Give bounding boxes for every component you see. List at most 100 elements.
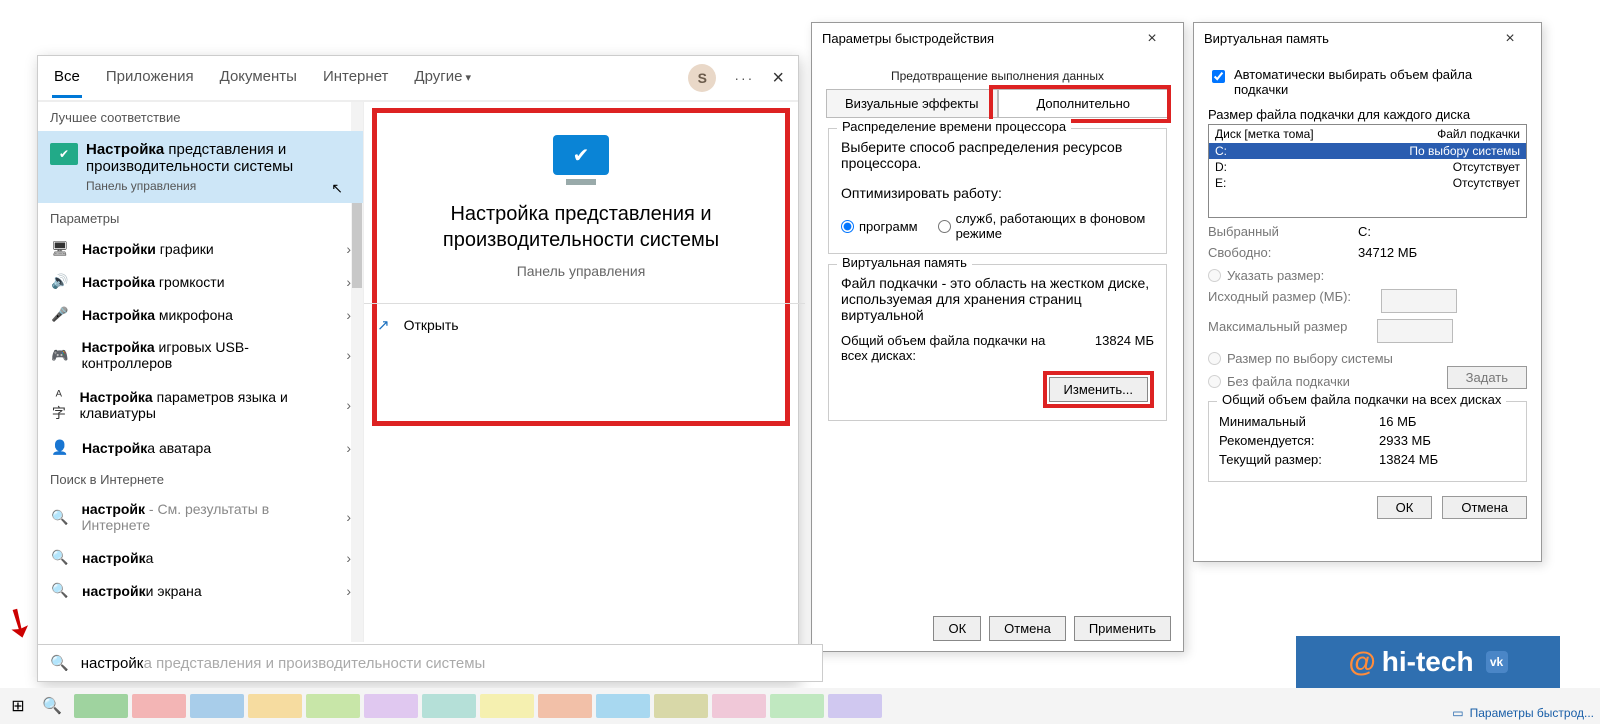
open-action[interactable]: ↗ Открыть xyxy=(357,303,805,346)
result-item[interactable]: 👤Настройка аватара› xyxy=(38,431,363,464)
no-paging-label: Без файла подкачки xyxy=(1227,374,1350,389)
processor-scheduling-group: Распределение времени процессора Выберит… xyxy=(828,128,1167,254)
disk-row[interactable]: E: Отсутствует xyxy=(1209,175,1526,191)
taskbar-app[interactable] xyxy=(306,694,360,718)
cancel-button[interactable]: Отмена xyxy=(1442,496,1527,519)
result-item[interactable]: 🎮Настройка игровых USB-контроллеров› xyxy=(38,331,363,379)
apply-button[interactable]: Применить xyxy=(1074,616,1171,641)
rec-value: 2933 МБ xyxy=(1379,433,1431,448)
result-preview: ✔ Настройка представления и производител… xyxy=(364,102,798,642)
vm-title: Виртуальная память xyxy=(1204,23,1329,55)
start-button[interactable]: ⊞ xyxy=(0,696,36,716)
rec-label: Рекомендуется: xyxy=(1219,433,1339,448)
item-rest: графики xyxy=(156,241,214,257)
web-result-item[interactable]: 🔍настройка› xyxy=(38,541,363,574)
close-icon[interactable]: × xyxy=(772,67,784,90)
tab-visual-effects[interactable]: Визуальные эффекты xyxy=(826,89,998,117)
optimize-label: Оптимизировать работу: xyxy=(841,185,1154,201)
monitor-check-icon: ✔ xyxy=(553,135,609,175)
taskbar-app[interactable] xyxy=(654,694,708,718)
web-result-item[interactable]: 🔍настройк - См. результаты в Интернете› xyxy=(38,493,363,541)
result-item[interactable]: ᴬ字Настройка параметров языка и клавиатур… xyxy=(38,379,363,431)
vm-legend: Виртуальная память xyxy=(837,255,972,270)
item-rest: а xyxy=(146,550,154,566)
taskbar-search-icon[interactable]: 🔍 xyxy=(36,696,68,716)
radio-programs-label: программ xyxy=(859,219,918,234)
taskbar-app[interactable] xyxy=(480,694,534,718)
custom-size-label: Указать размер: xyxy=(1227,268,1324,283)
result-item[interactable]: 🔊Настройка громкости› xyxy=(38,265,363,298)
more-icon[interactable]: ··· xyxy=(734,70,754,86)
disk-value: По выбору системы xyxy=(1409,144,1520,158)
item-bold: настройк xyxy=(82,583,146,599)
best-match-item[interactable]: ✔ Настройка представления и производител… xyxy=(38,131,363,203)
best-match-bold: Настройка xyxy=(86,141,164,158)
tab-docs[interactable]: Документы xyxy=(218,58,299,98)
radio-background[interactable] xyxy=(938,220,951,233)
taskbar-app[interactable] xyxy=(422,694,476,718)
disk-label: E: xyxy=(1215,176,1226,190)
auto-checkbox[interactable] xyxy=(1212,70,1225,83)
item-rest: микрофона xyxy=(155,307,233,323)
best-match-sub: Панель управления xyxy=(86,179,351,193)
vm-total-value: 13824 МБ xyxy=(1095,333,1154,363)
taskbar-app[interactable] xyxy=(828,694,882,718)
free-value: 34712 МБ xyxy=(1358,245,1417,260)
vk-icon: vk xyxy=(1486,651,1508,673)
tab-advanced[interactable]: Дополнительно xyxy=(998,89,1170,117)
radio-background-label: служб, работающих в фоновом режиме xyxy=(956,211,1154,241)
taskbar-app[interactable] xyxy=(132,694,186,718)
tray-label: Параметры быстрод... xyxy=(1470,706,1594,720)
tab-apps[interactable]: Приложения xyxy=(104,58,196,98)
vm-desc: Файл подкачки - это область на жестком д… xyxy=(841,275,1154,323)
cancel-button[interactable]: Отмена xyxy=(989,616,1066,641)
taskbar-app[interactable] xyxy=(190,694,244,718)
taskbar-app[interactable] xyxy=(74,694,128,718)
taskbar-app[interactable] xyxy=(712,694,766,718)
close-icon[interactable]: × xyxy=(1489,23,1531,55)
search-typed: настройк xyxy=(81,655,144,672)
taskbar-app[interactable] xyxy=(538,694,592,718)
item-bold: Настройк xyxy=(82,440,147,456)
disk-row[interactable]: C: По выбору системы xyxy=(1209,143,1526,159)
open-icon: ↗ xyxy=(377,316,390,334)
taskbar-app[interactable] xyxy=(770,694,824,718)
change-button[interactable]: Изменить... xyxy=(1049,377,1148,402)
microphone-icon: 🎤 xyxy=(50,306,70,323)
free-label: Свободно: xyxy=(1208,245,1328,260)
tab-more[interactable]: Другие▾ xyxy=(412,58,473,98)
item-rest: громкости xyxy=(155,274,225,290)
web-result-item[interactable]: 🔍настройки экрана› xyxy=(38,574,363,607)
avatar[interactable]: S xyxy=(688,64,716,92)
disk-value: Отсутствует xyxy=(1453,160,1520,174)
taskbar-tray-item[interactable]: ▭ Параметры быстрод... xyxy=(1452,706,1594,720)
radio-programs[interactable] xyxy=(841,220,854,233)
cur-value: 13824 МБ xyxy=(1379,452,1438,467)
tab-web[interactable]: Интернет xyxy=(321,58,390,98)
disk-row[interactable]: D: Отсутствует xyxy=(1209,159,1526,175)
result-item[interactable]: 🖥Настройки графики› xyxy=(38,232,363,265)
min-label: Минимальный xyxy=(1219,414,1339,429)
tab-all[interactable]: Все xyxy=(52,58,82,98)
ok-button[interactable]: ОК xyxy=(1377,496,1433,519)
speaker-icon: 🔊 xyxy=(50,273,70,290)
search-input[interactable]: 🔍 настройка представления и производител… xyxy=(37,644,823,682)
close-icon[interactable]: × xyxy=(1131,23,1173,55)
badge-text: hi-tech xyxy=(1382,646,1474,678)
col-disk: Диск [метка тома] xyxy=(1215,127,1314,141)
performance-options-dialog: Параметры быстродействия × Предотвращени… xyxy=(811,22,1184,652)
item-bold: Настройки xyxy=(82,241,156,257)
disk-list[interactable]: Диск [метка тома] Файл подкачки C: По вы… xyxy=(1208,124,1527,218)
person-icon: 👤 xyxy=(50,439,70,456)
ok-button[interactable]: ОК xyxy=(933,616,981,641)
search-suggestion: а представления и производительности сис… xyxy=(144,655,486,672)
taskbar-app[interactable] xyxy=(364,694,418,718)
search-icon: 🔍 xyxy=(50,654,69,672)
result-item[interactable]: 🎤Настройка микрофона› xyxy=(38,298,363,331)
results-list: Лучшее соответствие ✔ Настройка представ… xyxy=(38,102,364,642)
set-button: Задать xyxy=(1447,366,1527,389)
taskbar-app[interactable] xyxy=(596,694,650,718)
gamepad-icon: 🎮 xyxy=(50,347,70,364)
taskbar-app[interactable] xyxy=(248,694,302,718)
hitech-badge: @ hi-tech vk xyxy=(1296,636,1560,688)
